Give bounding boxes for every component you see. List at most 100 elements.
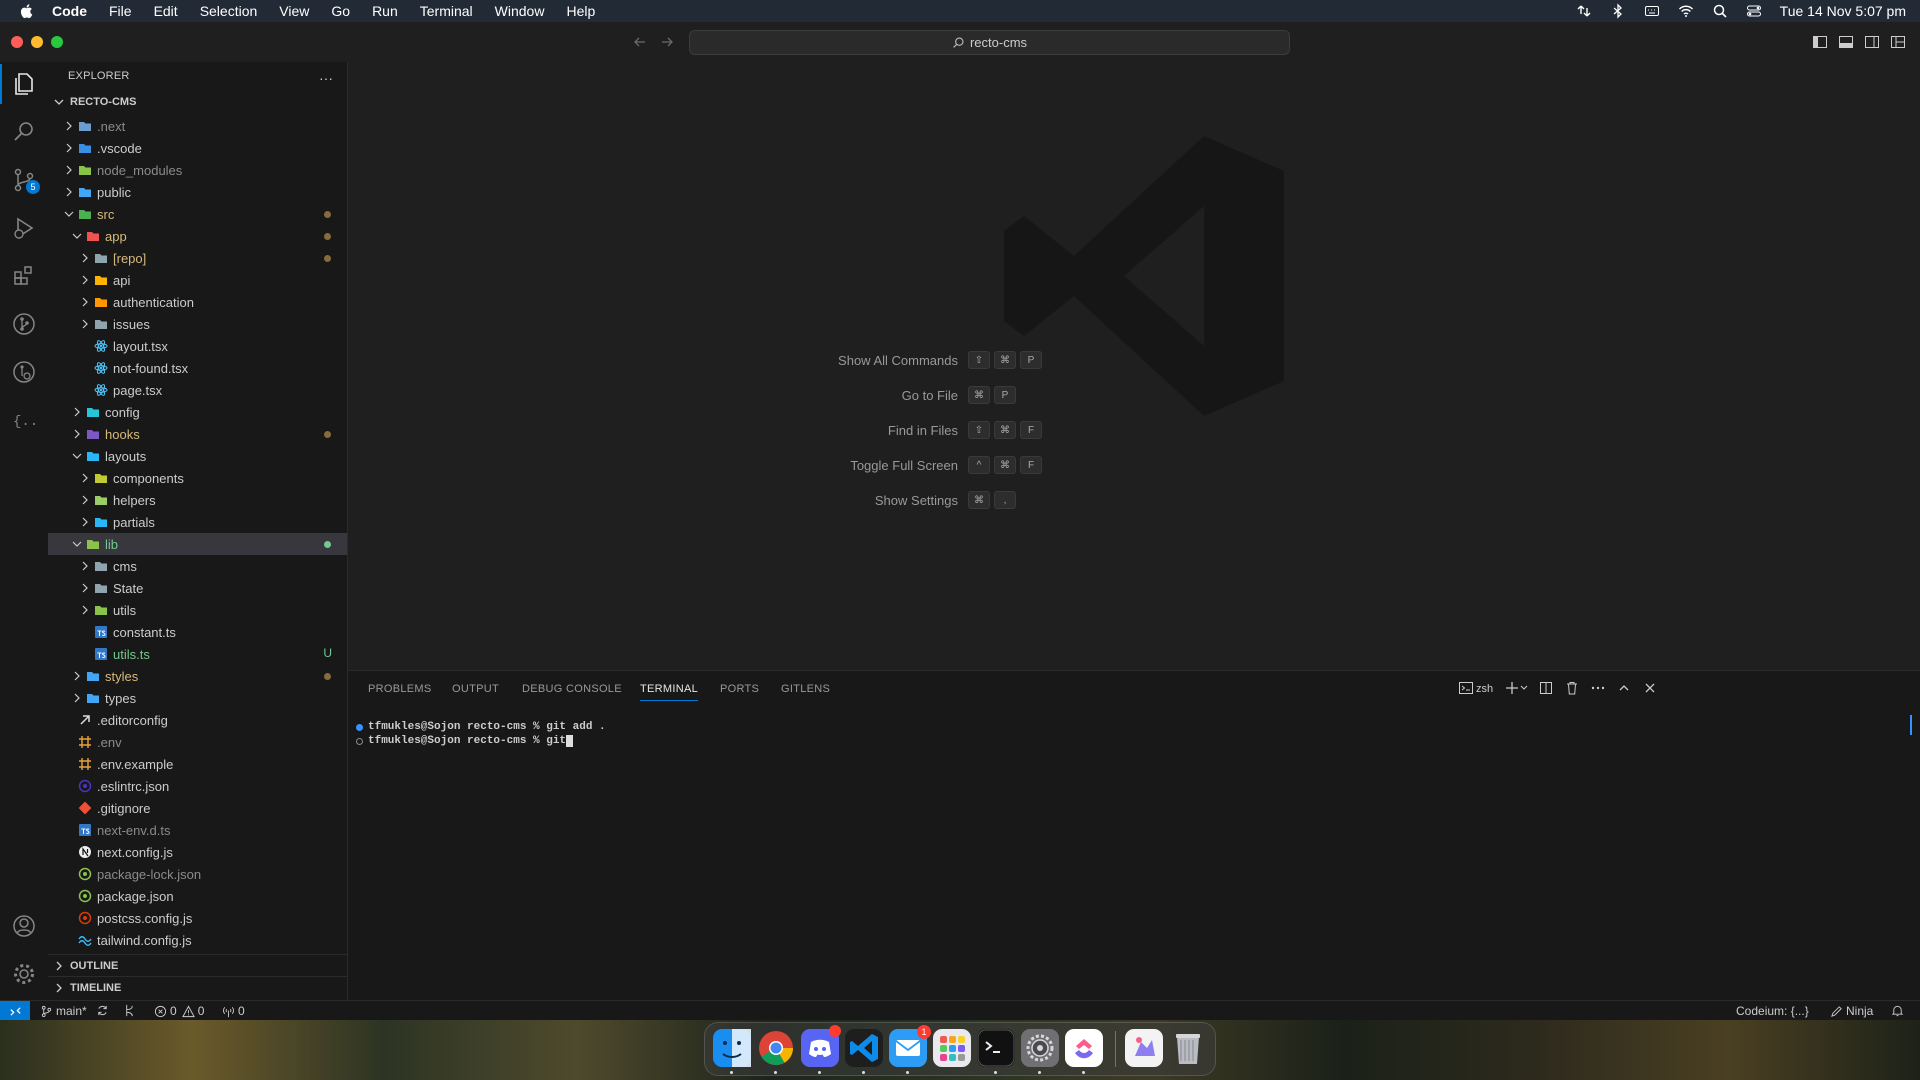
- menu-go[interactable]: Go: [331, 3, 350, 19]
- tree-item-repo[interactable]: [repo]: [48, 247, 347, 269]
- chevron-right-icon[interactable]: [78, 273, 92, 287]
- toggle-panel-icon[interactable]: [1838, 34, 1854, 50]
- chevron-down-icon[interactable]: [62, 207, 76, 221]
- activity-search[interactable]: [10, 118, 38, 146]
- shortcut-row[interactable]: Show All Commands ⇧ ⌘ P: [768, 350, 1168, 370]
- activity-accounts[interactable]: [10, 912, 38, 940]
- tree-item-vscode[interactable]: .vscode: [48, 137, 347, 159]
- problems-status-button[interactable]: 0 0: [154, 1004, 204, 1018]
- shortcut-row[interactable]: Go to File ⌘ P: [768, 385, 1168, 405]
- menu-help[interactable]: Help: [566, 3, 595, 19]
- command-pending-decoration[interactable]: [356, 737, 363, 745]
- window-close-button[interactable]: [11, 36, 23, 48]
- maximize-panel-chevron-up-icon[interactable]: [1616, 680, 1632, 696]
- chevron-right-icon[interactable]: [78, 581, 92, 595]
- tree-item-state[interactable]: State: [48, 577, 347, 599]
- trash-icon[interactable]: [1564, 680, 1580, 696]
- dock-launchpad-icon[interactable]: [933, 1029, 971, 1067]
- new-terminal-plus-icon[interactable]: [1504, 680, 1520, 696]
- chevron-right-icon[interactable]: [78, 471, 92, 485]
- sync-status-icon[interactable]: [1576, 3, 1592, 19]
- spotlight-search-icon[interactable]: [1712, 3, 1728, 19]
- tree-item-app[interactable]: app: [48, 225, 347, 247]
- menu-file[interactable]: File: [109, 3, 132, 19]
- tree-item-hooks[interactable]: hooks: [48, 423, 347, 445]
- chevron-right-icon[interactable]: [62, 185, 76, 199]
- terminal-scrollbar-marker[interactable]: [1910, 715, 1912, 735]
- timeline-section-header[interactable]: TIMELINE: [48, 976, 347, 999]
- ninja-status[interactable]: Ninja: [1830, 1004, 1873, 1018]
- tree-item-next-env-d-ts[interactable]: next-env.d.ts: [48, 819, 347, 841]
- chevron-right-icon[interactable]: [78, 317, 92, 331]
- apple-icon[interactable]: [18, 2, 36, 20]
- tree-item-public[interactable]: public: [48, 181, 347, 203]
- sync-changes-button[interactable]: [96, 1004, 112, 1017]
- tab-problems[interactable]: PROBLEMS: [368, 683, 432, 695]
- split-terminal-icon[interactable]: [1538, 680, 1554, 696]
- terminal-icon[interactable]: [1458, 680, 1474, 696]
- tree-item-layouts[interactable]: layouts: [48, 445, 347, 467]
- activity-extensions[interactable]: [10, 262, 38, 290]
- shortcut-row[interactable]: Toggle Full Screen ^ ⌘ F: [768, 455, 1168, 475]
- menubar-clock[interactable]: Tue 14 Nov 5:07 pm: [1780, 3, 1906, 19]
- tree-item-helpers[interactable]: helpers: [48, 489, 347, 511]
- terminal-output[interactable]: tfmukles@Sojon recto-cms % git add . tfm…: [356, 720, 606, 748]
- chevron-right-icon[interactable]: [78, 559, 92, 573]
- dock-finder-icon[interactable]: [713, 1029, 751, 1067]
- tree-item-authentication[interactable]: authentication: [48, 291, 347, 313]
- menu-terminal[interactable]: Terminal: [420, 3, 473, 19]
- chevron-down-icon[interactable]: [1519, 680, 1529, 696]
- gitlens-graph-button[interactable]: [123, 1004, 139, 1017]
- tab-gitlens[interactable]: GITLENS: [781, 683, 830, 695]
- wifi-icon[interactable]: [1678, 3, 1694, 19]
- chevron-down-icon[interactable]: [70, 449, 84, 463]
- branch-status[interactable]: main*: [40, 1004, 87, 1018]
- chevron-right-icon[interactable]: [62, 141, 76, 155]
- workspace-root-folder[interactable]: RECTO-CMS: [48, 92, 347, 112]
- menu-window[interactable]: Window: [495, 3, 545, 19]
- bluetooth-icon[interactable]: [1610, 3, 1626, 19]
- outline-section-header[interactable]: OUTLINE: [48, 954, 347, 977]
- tree-item-utils[interactable]: utils: [48, 599, 347, 621]
- tree-item-not-found-tsx[interactable]: not-found.tsx: [48, 357, 347, 379]
- window-maximize-button[interactable]: [51, 36, 63, 48]
- dock-trash-icon[interactable]: [1169, 1029, 1207, 1067]
- activity-gitlens[interactable]: [10, 310, 38, 338]
- tree-item-config[interactable]: config: [48, 401, 347, 423]
- tree-item-node-modules[interactable]: node_modules: [48, 159, 347, 181]
- tab-output[interactable]: OUTPUT: [452, 683, 499, 695]
- tree-item-components[interactable]: components: [48, 467, 347, 489]
- tree-item-styles[interactable]: styles: [48, 665, 347, 687]
- explorer-more-actions-button[interactable]: ···: [319, 70, 333, 86]
- notifications-button[interactable]: [1891, 1004, 1907, 1017]
- tree-item-types[interactable]: types: [48, 687, 347, 709]
- dock-preview-icon[interactable]: [1125, 1029, 1163, 1067]
- tree-item-utils-ts[interactable]: utils.ts U: [48, 643, 347, 665]
- tree-item-gitignore[interactable]: .gitignore: [48, 797, 347, 819]
- tree-item-package-lock-json[interactable]: package-lock.json: [48, 863, 347, 885]
- tree-item-eslintrc-json[interactable]: .eslintrc.json: [48, 775, 347, 797]
- customize-layout-icon[interactable]: [1890, 34, 1906, 50]
- menu-view[interactable]: View: [279, 3, 309, 19]
- menu-selection[interactable]: Selection: [200, 3, 258, 19]
- activity-json-tools[interactable]: {..}: [10, 406, 38, 434]
- dock-clickup-icon[interactable]: [1065, 1029, 1103, 1067]
- chevron-right-icon[interactable]: [62, 119, 76, 133]
- toggle-primary-sidebar-icon[interactable]: [1812, 34, 1828, 50]
- chevron-right-icon[interactable]: [70, 405, 84, 419]
- dock-chrome-icon[interactable]: [757, 1029, 795, 1067]
- tree-item-package-json[interactable]: package.json: [48, 885, 347, 907]
- tab-terminal[interactable]: TERMINAL: [640, 683, 699, 701]
- chevron-down-icon[interactable]: [70, 537, 84, 551]
- shortcut-row[interactable]: Show Settings ⌘,: [768, 490, 1168, 510]
- tree-item-api[interactable]: api: [48, 269, 347, 291]
- tree-item-src[interactable]: src: [48, 203, 347, 225]
- codeium-status[interactable]: Codeium: {...}: [1736, 1004, 1809, 1018]
- tree-item-env-example[interactable]: .env.example: [48, 753, 347, 775]
- chevron-right-icon[interactable]: [70, 427, 84, 441]
- chevron-right-icon[interactable]: [78, 493, 92, 507]
- toggle-secondary-sidebar-icon[interactable]: [1864, 34, 1880, 50]
- tree-item-lib[interactable]: lib: [48, 533, 347, 555]
- menu-edit[interactable]: Edit: [154, 3, 178, 19]
- keyboard-input-icon[interactable]: [1644, 3, 1660, 19]
